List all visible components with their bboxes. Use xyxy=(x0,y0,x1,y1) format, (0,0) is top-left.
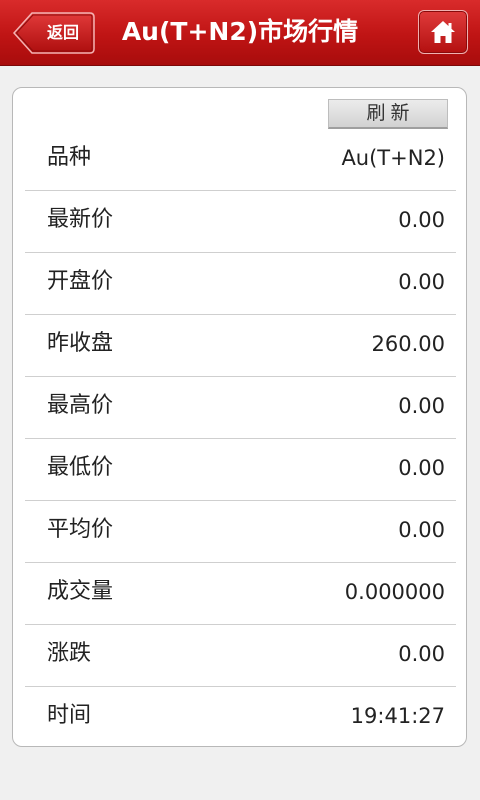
top-bar: 返回 Au(T+N2)市场行情 xyxy=(0,0,480,66)
row-value: 19:41:27 xyxy=(350,704,445,728)
row-value: 0.00 xyxy=(398,456,445,480)
row-value: 0.00 xyxy=(398,394,445,418)
quote-row-avg-price: 平均价 0.00 xyxy=(25,501,456,563)
row-value: 0.00 xyxy=(398,518,445,542)
row-value: 0.000000 xyxy=(344,580,445,604)
back-button-label: 返回 xyxy=(46,23,79,42)
row-value: 0.00 xyxy=(398,270,445,294)
quote-row-time: 时间 19:41:27 xyxy=(25,687,456,749)
row-label: 最新价 xyxy=(47,207,114,232)
row-value: 260.00 xyxy=(371,332,445,356)
row-value: 0.00 xyxy=(398,642,445,666)
row-label: 最低价 xyxy=(47,455,114,480)
row-label: 平均价 xyxy=(47,517,114,542)
row-label: 品种 xyxy=(47,145,92,170)
quote-list: 品种 Au(T+N2) 最新价 0.00 开盘价 0.00 昨收盘 260.00… xyxy=(25,129,456,749)
home-icon xyxy=(431,21,455,43)
quote-row-prev-close: 昨收盘 260.00 xyxy=(25,315,456,377)
quote-row-volume: 成交量 0.000000 xyxy=(25,563,456,625)
row-value: Au(T+N2) xyxy=(341,146,445,170)
row-label: 昨收盘 xyxy=(47,331,114,356)
row-label: 时间 xyxy=(47,703,92,728)
quote-row-low-price: 最低价 0.00 xyxy=(25,439,456,501)
refresh-button[interactable]: 刷新 xyxy=(328,99,448,129)
row-label: 开盘价 xyxy=(47,269,114,294)
row-label: 最高价 xyxy=(47,393,114,418)
quote-row-open-price: 开盘价 0.00 xyxy=(25,253,456,315)
row-label: 成交量 xyxy=(47,579,114,604)
quote-row-variety: 品种 Au(T+N2) xyxy=(25,129,456,191)
row-value: 0.00 xyxy=(398,208,445,232)
quote-row-latest-price: 最新价 0.00 xyxy=(25,191,456,253)
home-button[interactable] xyxy=(418,10,468,54)
row-label: 涨跌 xyxy=(47,641,92,666)
market-quote-card: 刷新 品种 Au(T+N2) 最新价 0.00 开盘价 0.00 昨收盘 260… xyxy=(12,87,467,747)
back-button[interactable]: 返回 xyxy=(12,11,96,55)
quote-row-high-price: 最高价 0.00 xyxy=(25,377,456,439)
quote-row-change: 涨跌 0.00 xyxy=(25,625,456,687)
page-title: Au(T+N2)市场行情 xyxy=(121,17,359,46)
